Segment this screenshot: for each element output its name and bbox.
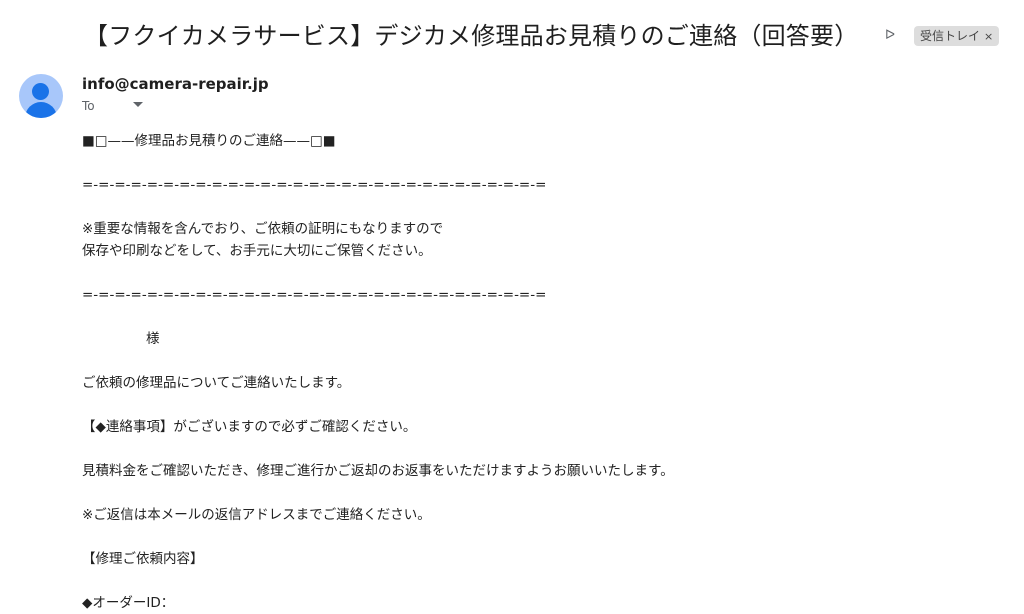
email-body: ■□——修理品お見積りのご連絡——□■ =-=-=-=-=-=-=-=-=-=-… — [82, 130, 982, 614]
remove-label-icon[interactable]: × — [984, 30, 993, 43]
body-line: ■□——修理品お見積りのご連絡——□■ — [82, 133, 336, 149]
email-subject: 【フクイカメラサービス】デジカメ修理品お見積りのご連絡（回答要） — [84, 22, 859, 50]
importance-marker-icon[interactable]: ᐅ — [881, 28, 899, 44]
body-line: 【◆連絡事項】がございますので必ずご確認ください。 — [82, 419, 417, 435]
sender-email[interactable]: info@camera-repair.jp — [82, 75, 269, 93]
body-line: ご依頼の修理品についてご連絡いたします。 — [82, 375, 351, 391]
inbox-label-chip[interactable]: 受信トレイ × — [914, 26, 1000, 46]
separator-line: =-=-=-=-=-=-=-=-=-=-=-=-=-=-=-=-=-=-=-=-… — [82, 287, 547, 303]
order-id-line: ◆オーダーID： — [82, 595, 175, 611]
recipient-honorific: 様 — [146, 331, 160, 347]
separator-line: =-=-=-=-=-=-=-=-=-=-=-=-=-=-=-=-=-=-=-=-… — [82, 177, 547, 193]
body-line: 【修理ご依頼内容】 — [82, 551, 204, 567]
body-line: ※ご返信は本メールの返信アドレスまでご連絡ください。 — [82, 507, 431, 523]
body-line: ※重要な情報を含んでおり、ご依頼の証明にもなりますので — [82, 221, 444, 237]
inbox-label-text: 受信トレイ — [920, 29, 981, 43]
body-line: 見積料金をご確認いただき、修理ご進行かご返却のお返事をいただけますようお願いいた… — [82, 463, 674, 479]
avatar-body-shape — [25, 102, 57, 118]
body-line: 保存や印刷などをして、お手元に大切にご保管ください。 — [82, 243, 432, 259]
avatar-head-shape — [32, 83, 49, 100]
sender-avatar[interactable] — [19, 74, 63, 118]
recipient-details-dropdown-icon[interactable] — [133, 102, 143, 107]
recipient-to-label: To — [82, 99, 95, 113]
subject-row: 【フクイカメラサービス】デジカメ修理品お見積りのご連絡（回答要） ᐅ 受信トレイ… — [84, 16, 1004, 56]
